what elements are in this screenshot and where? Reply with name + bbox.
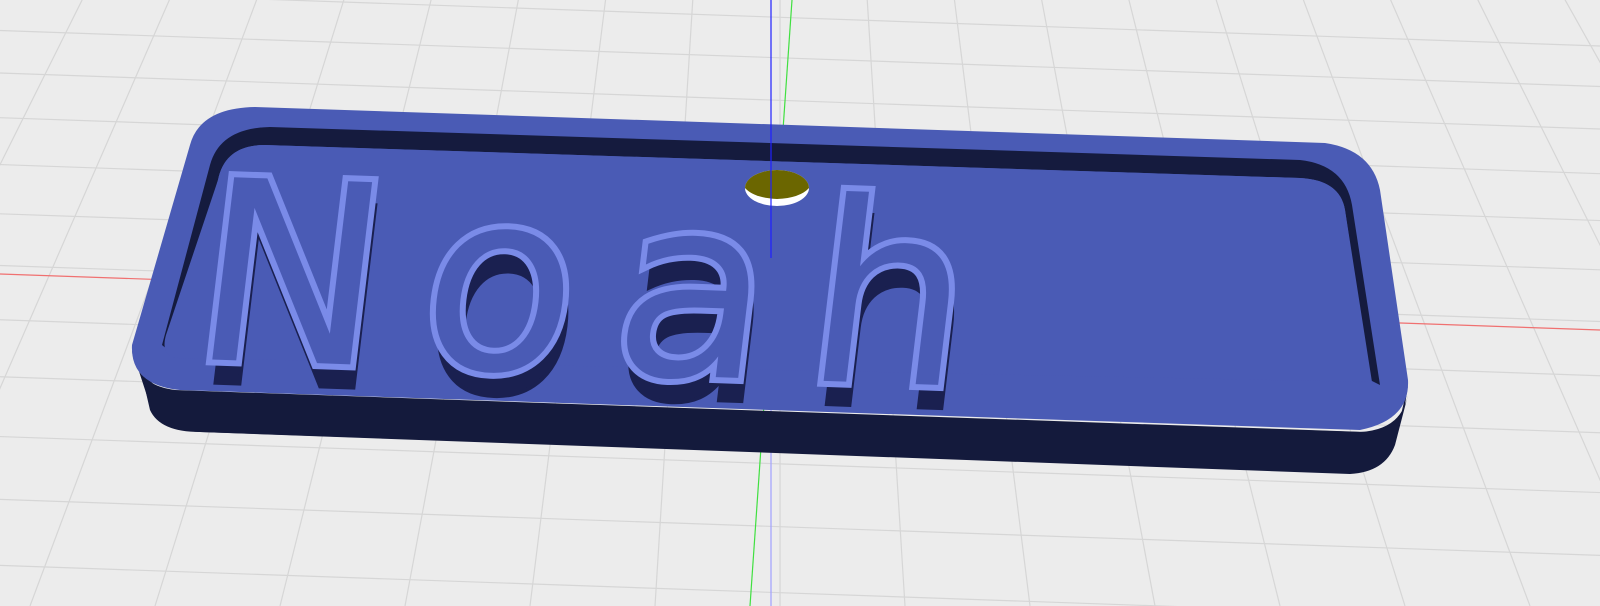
grid-line (0, 498, 1600, 557)
scene-canvas[interactable]: Noah Noah Noah (0, 0, 1600, 606)
grid-line (0, 564, 1178, 606)
3d-viewport[interactable]: Noah Noah Noah (0, 0, 1600, 606)
grid-line (0, 29, 1600, 88)
name-text-group: Noah Noah Noah (175, 122, 1034, 472)
name-text-fill: Noah (181, 128, 1028, 447)
